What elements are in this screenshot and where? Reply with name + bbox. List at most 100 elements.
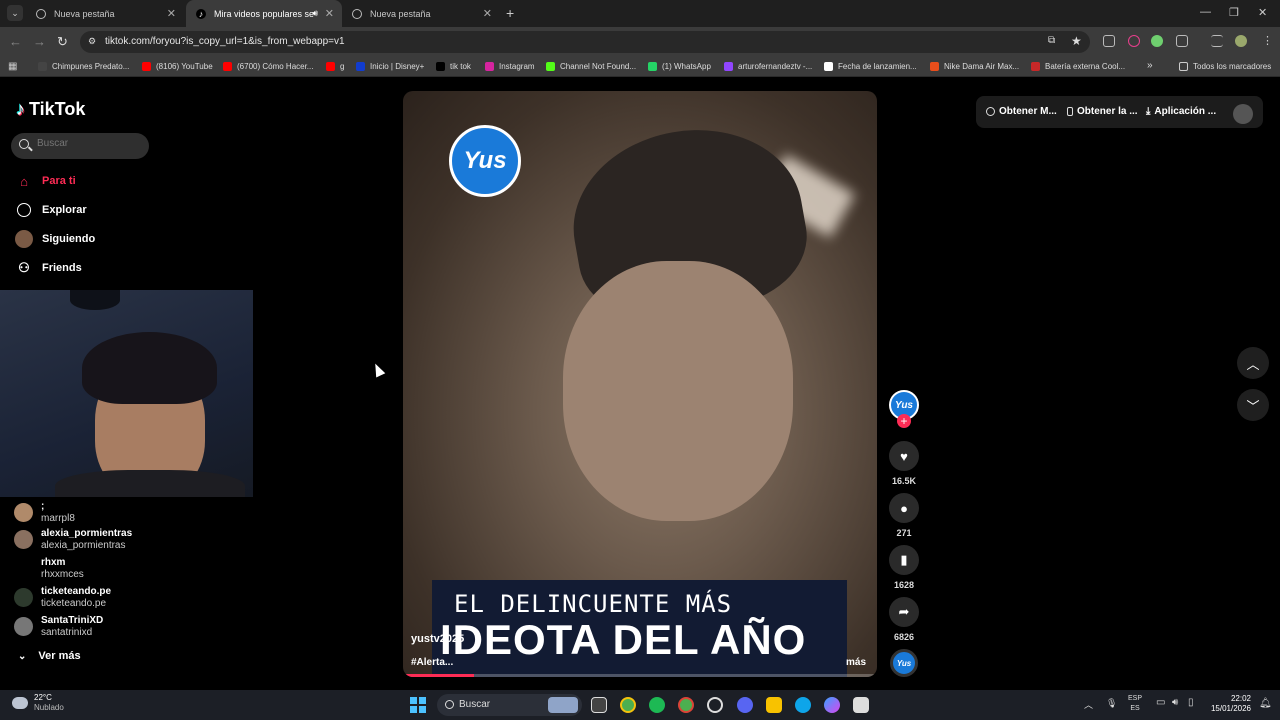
minimize-icon[interactable]: —	[1200, 6, 1211, 18]
install-app-icon[interactable]: ⧉	[1048, 35, 1055, 46]
music-disc-icon[interactable]: Yus	[890, 649, 918, 677]
bookmark-item[interactable]: Nike Dama Air Max...	[930, 62, 1019, 71]
chrome-icon[interactable]	[620, 697, 636, 713]
close-icon[interactable]: ✕	[167, 7, 176, 20]
record-extension-icon[interactable]	[1128, 35, 1140, 47]
video-username[interactable]: yustv2025	[411, 633, 464, 645]
search-box[interactable]	[11, 133, 149, 159]
share-button[interactable]: ➦ 6826	[888, 597, 920, 642]
bookmark-item[interactable]: Chimpunes Predato...	[38, 62, 129, 71]
close-icon[interactable]: ✕	[483, 7, 492, 20]
new-tab-button[interactable]: +	[506, 5, 514, 21]
bookmark-label: tik tok	[450, 62, 471, 71]
profile-icon[interactable]	[1235, 35, 1247, 47]
tab-search-button[interactable]: ⌄	[7, 5, 23, 21]
notifications-bell-icon[interactable]: 🔔︎	[1259, 698, 1272, 709]
spotify-icon[interactable]	[649, 697, 665, 713]
all-bookmarks-folder[interactable]: Todos los marcadores	[1179, 62, 1271, 71]
bookmark-item[interactable]: arturofernandeztv -...	[724, 62, 812, 71]
next-video-button[interactable]: ﹀	[1237, 389, 1269, 421]
battery-icon[interactable]: ▯	[1188, 697, 1194, 708]
user-avatar[interactable]	[1233, 104, 1253, 124]
time: 22:02	[1230, 694, 1251, 703]
browser-tab-active[interactable]: ♪ Mira videos populares sele 🔊︎ ✕	[186, 0, 342, 27]
following-account[interactable]: SantaTriniXD santatrinixd	[14, 615, 103, 639]
copilot-icon[interactable]	[824, 697, 840, 713]
close-window-icon[interactable]: ✕	[1258, 6, 1267, 19]
bookmark-item[interactable]: tik tok	[436, 62, 471, 71]
like-button[interactable]: ♥ 16.5K	[888, 441, 920, 486]
follow-plus-icon[interactable]: +	[897, 414, 911, 428]
system-tray[interactable]: ︿	[1084, 698, 1093, 711]
tiktok-logo[interactable]: ♪ TikTok	[16, 99, 85, 120]
chrome-profile-icon[interactable]	[678, 697, 694, 713]
apps-grid-icon[interactable]: ▦	[8, 61, 17, 72]
plus-extension-icon[interactable]	[1151, 35, 1163, 47]
globe-icon	[36, 8, 46, 19]
volume-icon[interactable]: 🔊︎	[1172, 697, 1178, 708]
get-app-button[interactable]: Obtener la ...	[1067, 106, 1138, 117]
following-account[interactable]: rhxm rhxxmces	[14, 557, 84, 581]
weather-widget[interactable]: 22°C Nublado	[12, 693, 64, 713]
store-icon[interactable]	[853, 697, 869, 713]
video-hashtag[interactable]: #Alerta...	[411, 657, 453, 668]
close-icon[interactable]: ✕	[325, 7, 334, 20]
bookmark-icon: ▮	[889, 545, 919, 575]
clock[interactable]: 22:02 15/01/2026	[1207, 694, 1251, 714]
search-input[interactable]	[37, 138, 142, 149]
video-player[interactable]: Yus EL DELINCUENTE MÁS IDEOTA DEL AÑO yu…	[403, 91, 877, 677]
bookmark-item[interactable]: (6700) Cómo Hacer...	[223, 62, 313, 71]
reload-icon[interactable]: ↻	[57, 34, 68, 50]
video-more-link[interactable]: más	[846, 657, 866, 668]
microphone-icon[interactable]: 🎙︎	[1106, 698, 1117, 709]
task-view-icon[interactable]	[591, 697, 607, 713]
bookmark-item[interactable]: Instagram	[485, 62, 535, 71]
browser-tab[interactable]: Nueva pestaña ✕	[342, 0, 500, 27]
save-button[interactable]: ▮ 1628	[888, 545, 920, 590]
edge-icon[interactable]	[795, 697, 811, 713]
windows-start-icon[interactable]	[410, 697, 426, 713]
nav-following[interactable]: Siguiendo	[15, 230, 95, 248]
bookmark-label: (8106) YouTube	[156, 62, 213, 71]
extension-icon[interactable]	[1103, 35, 1115, 47]
puzzle-icon[interactable]	[1176, 35, 1188, 47]
ceiling-lamp	[70, 290, 120, 310]
menu-icon[interactable]: ⋮	[1262, 34, 1273, 47]
bookmark-item[interactable]: Inicio | Disney+	[356, 62, 424, 71]
bookmark-item[interactable]: Fecha de lanzamien...	[824, 62, 917, 71]
comment-button[interactable]: ● 271	[888, 493, 920, 538]
app-icon[interactable]	[707, 697, 723, 713]
file-explorer-icon[interactable]	[766, 697, 782, 713]
browser-tab[interactable]: Nueva pestaña ✕	[26, 0, 184, 27]
language-indicator[interactable]: ESP ES	[1128, 694, 1142, 714]
bookmark-star-icon[interactable]: ★	[1071, 34, 1082, 48]
see-more-button[interactable]: ⌄ Ver más	[18, 650, 81, 662]
account-handle: rhxxmces	[41, 569, 84, 580]
forward-icon[interactable]: →	[33, 34, 46, 49]
bookmark-item[interactable]: (1) WhatsApp	[648, 62, 711, 71]
get-coins-button[interactable]: Obtener M...	[986, 106, 1057, 117]
address-bar[interactable]: ⚙ tiktok.com/foryou?is_copy_url=1&is_fro…	[80, 31, 1090, 53]
discord-icon[interactable]	[737, 697, 753, 713]
following-account[interactable]: ticketeando.pe ticketeando.pe	[14, 586, 111, 610]
bookmark-item[interactable]: Batería externa Cool...	[1031, 62, 1125, 71]
bookmark-item[interactable]: Channel Not Found...	[546, 62, 636, 71]
previous-video-button[interactable]: ︿	[1237, 347, 1269, 379]
following-account[interactable]: alexia_pormientras alexia_pormientras	[14, 528, 132, 552]
speaker-icon[interactable]: 🔊︎	[312, 8, 318, 19]
nav-explore[interactable]: Explorar	[15, 201, 87, 219]
logo-text: TikTok	[29, 99, 86, 119]
media-controls-icon[interactable]	[1211, 35, 1223, 47]
bookmarks-overflow-icon[interactable]: »	[1147, 60, 1153, 71]
nav-for-you[interactable]: ⌂ Para ti	[15, 172, 76, 190]
site-info-icon[interactable]: ⚙	[88, 36, 96, 47]
network-icon[interactable]: ▭	[1156, 697, 1165, 708]
nav-friends[interactable]: ⚇ Friends	[15, 259, 82, 277]
bookmark-item[interactable]: (8106) YouTube	[142, 62, 213, 71]
back-icon[interactable]: ←	[9, 34, 22, 49]
bookmark-item[interactable]: g	[326, 62, 344, 71]
video-progress-bar[interactable]	[403, 674, 877, 677]
desktop-app-button[interactable]: ⤓ Aplicación ...	[1146, 106, 1216, 117]
restore-icon[interactable]: ❐	[1229, 6, 1239, 19]
following-account[interactable]: ; marrpl8	[14, 501, 75, 525]
